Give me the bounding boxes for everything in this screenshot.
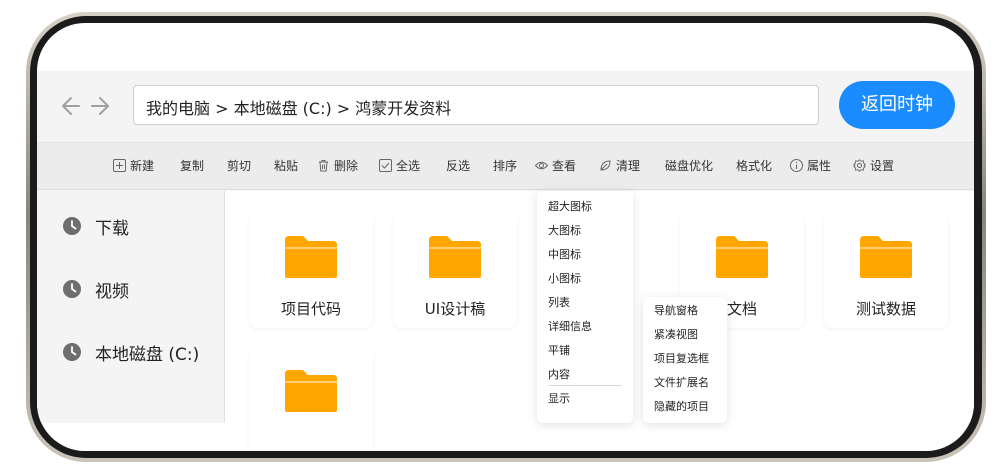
view-menu-item[interactable]: 列表 [548, 291, 570, 315]
sidebar-item-local-disk[interactable]: 本地磁盘 (C:) [37, 327, 224, 377]
view-label: 查看 [552, 159, 577, 173]
show-submenu-item[interactable]: 项目复选框 [654, 347, 709, 371]
show-submenu-item[interactable]: 文件扩展名 [654, 371, 709, 395]
folder-icon [860, 236, 912, 278]
folder-icon [285, 236, 337, 278]
delete-label: 删除 [334, 159, 359, 173]
folder-icon [716, 236, 768, 278]
folder-label: 测试数据 [855, 300, 916, 318]
back-to-clock-button[interactable]: 返回时钟 [839, 81, 955, 129]
sidebar-item-label: 视频 [95, 282, 129, 302]
view-menu-item[interactable]: 平铺 [548, 339, 570, 363]
select-all-label: 全选 [396, 159, 421, 173]
clean-label: 清理 [616, 159, 641, 173]
folder-label: UI设计稿 [424, 300, 486, 318]
properties-button[interactable]: 属性 [790, 143, 831, 190]
new-button[interactable]: 新建 [113, 143, 154, 190]
settings-label: 设置 [870, 159, 895, 173]
file-manager-window: 我的电脑 > 本地磁盘 (C:) > 鸿蒙开发资料 返回时钟 新建 复制 剪切 … [37, 71, 974, 451]
address-path: 我的电脑 > 本地磁盘 (C:) > 鸿蒙开发资料 [146, 99, 452, 118]
toolbar: 新建 复制 剪切 粘贴 删除 全选 反选 排序 查看 清理 磁盘优化 格式化 属… [37, 142, 974, 190]
forward-arrow-icon[interactable] [90, 93, 116, 119]
invert-selection-button[interactable]: 反选 [446, 143, 470, 190]
menu-divider [548, 385, 622, 386]
checkbox-icon [379, 159, 392, 172]
view-menu-item[interactable]: 中图标 [548, 243, 581, 267]
info-icon [790, 159, 803, 172]
view-menu-item[interactable]: 详细信息 [548, 315, 592, 339]
folder-label: 项目代码 [280, 300, 341, 318]
folder-icon [429, 236, 481, 278]
new-label: 新建 [130, 159, 155, 173]
view-menu-item[interactable]: 小图标 [548, 267, 581, 291]
sidebar-item-label: 下载 [95, 219, 129, 239]
sort-button[interactable]: 排序 [493, 143, 517, 190]
copy-button[interactable]: 复制 [180, 143, 204, 190]
back-arrow-icon[interactable] [55, 93, 81, 119]
format-button[interactable]: 格式化 [736, 143, 772, 190]
sidebar-item-videos[interactable]: 视频 [37, 264, 224, 314]
view-menu-item[interactable]: 内容 [548, 363, 570, 387]
trash-icon [319, 160, 328, 172]
select-all-button[interactable]: 全选 [379, 143, 420, 190]
show-submenu: 导航窗格 紧凑视图 项目复选框 文件扩展名 隐藏的项目 [643, 297, 727, 423]
folder-tile[interactable] [249, 348, 373, 451]
delete-button[interactable]: 删除 [317, 143, 358, 190]
address-area: 我的电脑 > 本地磁盘 (C:) > 鸿蒙开发资料 返回时钟 [37, 71, 974, 142]
address-bar[interactable]: 我的电脑 > 本地磁盘 (C:) > 鸿蒙开发资料 [133, 85, 819, 125]
sidebar: 下载 视频 本地磁盘 (C:) [37, 191, 225, 423]
view-menu: 超大图标 大图标 中图标 小图标 列表 详细信息 平铺 内容 显示 [537, 191, 633, 423]
clock-icon [63, 217, 81, 235]
show-submenu-item[interactable]: 导航窗格 [654, 299, 698, 323]
view-button[interactable]: 查看 [535, 143, 576, 190]
view-menu-show-item[interactable]: 显示 [548, 387, 570, 411]
leaf-icon [600, 160, 611, 171]
disk-optimize-button[interactable]: 磁盘优化 [665, 143, 713, 190]
clean-button[interactable]: 清理 [599, 143, 640, 190]
clock-icon [63, 280, 81, 298]
view-menu-item[interactable]: 大图标 [548, 219, 581, 243]
properties-label: 属性 [807, 159, 832, 173]
cut-button[interactable]: 剪切 [227, 143, 251, 190]
sidebar-item-label: 本地磁盘 (C:) [95, 345, 200, 365]
folder-tile[interactable]: 项目代码 [249, 214, 373, 328]
sidebar-item-downloads[interactable]: 下载 [37, 201, 224, 251]
paste-button[interactable]: 粘贴 [274, 143, 298, 190]
clock-icon [63, 343, 81, 361]
gear-icon [853, 159, 866, 172]
eye-icon [535, 161, 548, 170]
plus-square-icon [113, 159, 126, 172]
folder-tile[interactable]: 测试数据 [824, 214, 948, 328]
view-menu-item[interactable]: 超大图标 [548, 195, 592, 219]
settings-button[interactable]: 设置 [853, 143, 894, 190]
folder-icon [285, 370, 337, 412]
show-submenu-item[interactable]: 紧凑视图 [654, 323, 698, 347]
folder-tile[interactable]: UI设计稿 [393, 214, 517, 328]
screen: 我的电脑 > 本地磁盘 (C:) > 鸿蒙开发资料 返回时钟 新建 复制 剪切 … [37, 23, 974, 451]
show-submenu-item[interactable]: 隐藏的项目 [654, 395, 709, 419]
